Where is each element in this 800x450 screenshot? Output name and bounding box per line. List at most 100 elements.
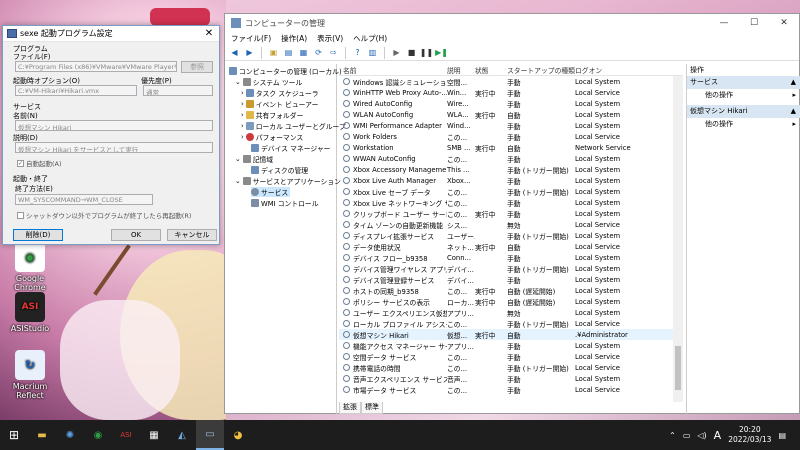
actions-section-services[interactable]: サービス ▲ [687, 76, 800, 89]
network-icon[interactable]: ▭ [683, 431, 691, 440]
tree-item-task-scheduler[interactable]: › タスク スケジューラ [241, 88, 319, 98]
tree-item-wmi-control[interactable]: WMI コントロール [251, 198, 319, 208]
service-row[interactable]: タイム ゾーンの自動更新機能 シス... 無効 Local Service [339, 219, 683, 230]
end-method-select[interactable]: WM_SYSCOMMAND→WM_CLOSE [15, 194, 153, 205]
service-row[interactable]: Workstation SMB ... 実行中 自動 Network Service [339, 142, 683, 153]
tree-item-event-viewer[interactable]: › イベント ビューアー [241, 99, 318, 109]
service-row[interactable]: 仮想マシン Hikari 仮想... 実行中 自動 .¥Administrator [339, 329, 683, 340]
service-row[interactable]: デバイス フロー_b9358 Conn... 手動 Local System [339, 252, 683, 263]
service-row[interactable]: 携帯電話の時間 この... 手動 (トリガー開始) Local Service [339, 362, 683, 373]
ok-button[interactable]: OK [111, 229, 161, 241]
service-row[interactable]: ホストの同期_b9358 この... 実行中 自動 (遅延開始) Local Syste… [339, 285, 683, 296]
maximize-icon[interactable]: ☐ [739, 18, 769, 28]
taskbar-computer-management[interactable]: ▭ [196, 420, 224, 450]
tree-item-performance[interactable]: › パフォーマンス [241, 132, 303, 142]
service-row[interactable]: 空間データ サービス この... 手動 Local Service [339, 351, 683, 362]
service-row[interactable]: Xbox Live セーブ データ この... 手動 (トリガー開始) Local S… [339, 186, 683, 197]
tab-extended[interactable]: 拡張 [339, 402, 361, 414]
tree-item-computer-management[interactable]: コンピューターの管理 (ローカル) [229, 66, 342, 76]
taskbar-printer[interactable]: ◭ [168, 420, 196, 450]
column-header-logon[interactable]: ログオン [575, 65, 675, 75]
service-row[interactable]: WWAN AutoConfig この... 手動 Local System [339, 153, 683, 164]
service-row[interactable]: 機能アクセス マネージャー サービスアプリ... 手動 Local System [339, 340, 683, 351]
close-icon[interactable]: ✕ [199, 28, 219, 39]
tree-item-services-and-apps[interactable]: ⌄ サービスとアプリケーション [235, 176, 341, 186]
tree-item-disk-management[interactable]: ディスクの管理 [251, 165, 308, 175]
priority-select[interactable]: 通常 [143, 85, 213, 96]
tab-standard[interactable]: 標準 [361, 402, 383, 414]
tree-item-storage[interactable]: ⌄ 記憶域 [235, 154, 273, 164]
desktop-icon-chrome[interactable]: ◉ Google Chrome [0, 242, 60, 292]
service-row[interactable]: WLAN AutoConfig WLA... 実行中 自動 Local System [339, 109, 683, 120]
export-list-icon[interactable]: ⇨ [328, 47, 339, 58]
service-name-field[interactable]: 仮想マシン Hikari [15, 120, 213, 131]
autostart-checkbox[interactable]: ✓ 自動起動(A) [17, 158, 62, 168]
menu-file[interactable]: ファイル(F) [231, 33, 271, 44]
service-row[interactable]: Xbox Accessory Manageme... This ... 手動 (トリ… [339, 164, 683, 175]
service-row[interactable]: Xbox Live ネットワーキング サ...この... 手動 Local Syst… [339, 197, 683, 208]
desktop-icon-macrium[interactable]: ↻ Macrium Reflect [0, 350, 60, 400]
refresh-icon[interactable]: ⟳ [313, 47, 324, 58]
actions-section-vm-hikari[interactable]: 仮想マシン Hikari ▲ [687, 105, 800, 118]
ime-indicator[interactable]: A [714, 429, 722, 442]
taskbar-calculator[interactable]: ▦ [140, 420, 168, 450]
pause-service-icon[interactable]: ❚❚ [420, 47, 433, 58]
properties-icon[interactable]: ▦ [298, 47, 309, 58]
menu-view[interactable]: 表示(V) [317, 33, 343, 44]
notification-icon[interactable]: ▤ [778, 431, 786, 440]
service-row[interactable]: データ使用状況 ネット... 実行中 自動 Local Service [339, 241, 683, 252]
service-row[interactable]: Windows 認識シミュレーション...空間... 手動 Local System [339, 76, 683, 87]
close-icon[interactable]: ✕ [769, 18, 799, 28]
actions-more-services[interactable]: 他の操作 ▸ [687, 89, 800, 101]
menu-help[interactable]: ヘルプ(H) [353, 33, 387, 44]
options-field[interactable]: C:¥VM-Hikari¥Hikari.vmx [15, 85, 137, 96]
clock[interactable]: 20:20 2022/03/13 [728, 425, 771, 445]
tree-item-system-tools[interactable]: ⌄ システム ツール [235, 77, 302, 87]
service-row[interactable]: ローカル プロファイル アシスタン...この... 手動 (トリガー開始) Loca… [339, 318, 683, 329]
column-header-status[interactable]: 状態 [475, 65, 507, 75]
start-button[interactable]: ⊞ [0, 420, 28, 450]
volume-icon[interactable]: ◁) [697, 431, 706, 440]
service-row[interactable]: Xbox Live Auth Manager Xbox... 手動 Local Sys… [339, 175, 683, 186]
service-row[interactable]: デバイス管理ワイヤレス アプリケ...デバイ... 手動 (トリガー開始) Loca… [339, 263, 683, 274]
service-row[interactable]: ユーザー エクスペリエンス仮想化...アプリ... 無効 Local System [339, 307, 683, 318]
tree-item-shared-folders[interactable]: › 共有フォルダー [241, 110, 303, 120]
vertical-scrollbar[interactable] [673, 76, 683, 402]
tree-item-services[interactable]: サービス [251, 187, 291, 197]
taskbar-asistudio[interactable]: ASI [112, 420, 140, 450]
service-row[interactable]: WMI Performance Adapter Wind... 手動 Local Sy… [339, 120, 683, 131]
file-path-field[interactable]: C:¥Program Files (x86)¥VMware¥VMware Pla… [15, 61, 177, 72]
taskbar-paint[interactable]: ◕ [224, 420, 252, 450]
tree-item-local-users[interactable]: › ローカル ユーザーとグループ [241, 121, 346, 131]
browse-button[interactable]: 参照 [181, 61, 213, 73]
show-hide-tree-icon[interactable]: ▤ [283, 47, 294, 58]
service-row[interactable]: ポリシー サービスの表示 ローカ... 実行中 自動 (遅延開始) Local Syst… [339, 296, 683, 307]
snapin-icon[interactable]: ▥ [367, 47, 378, 58]
cancel-button[interactable]: キャンセル [167, 229, 217, 241]
minimize-icon[interactable]: — [709, 18, 739, 28]
help-icon[interactable]: ? [352, 47, 363, 58]
back-arrow-icon[interactable]: ◀ [229, 47, 240, 58]
scrollbar-thumb[interactable] [675, 346, 681, 390]
restart-service-icon[interactable]: ▶❚ [435, 47, 448, 58]
desktop-icon-asistudio[interactable]: ASI ASIStudio [0, 292, 60, 333]
start-service-icon[interactable]: ▶ [391, 47, 402, 58]
restart-checkbox[interactable]: シャットダウン以外でプログラムが終了したら再起動(R) [17, 210, 191, 220]
tree-item-device-manager[interactable]: デバイス マネージャー [251, 143, 330, 153]
actions-more-vm-hikari[interactable]: 他の操作 ▸ [687, 118, 800, 130]
taskbar-settings[interactable]: ✺ [56, 420, 84, 450]
up-folder-icon[interactable]: ▣ [268, 47, 279, 58]
stop-service-icon[interactable]: ■ [406, 47, 417, 58]
forward-arrow-icon[interactable]: ▶ [244, 47, 255, 58]
taskbar-chrome[interactable]: ◉ [84, 420, 112, 450]
service-row[interactable]: 市場データ サービス この... 手動 Local Service [339, 384, 683, 395]
menu-action[interactable]: 操作(A) [281, 33, 307, 44]
service-row[interactable]: WinHTTP Web Proxy Auto-... Win... 実行中 手動 Loc… [339, 87, 683, 98]
delete-button[interactable]: 削除(D) [13, 229, 63, 241]
service-row[interactable]: デバイス管理登録サービス デバイ... 手動 Local System [339, 274, 683, 285]
service-row[interactable]: クリップボード ユーザー サービス...この... 実行中 手動 Local Syst… [339, 208, 683, 219]
service-row[interactable]: 音声エクスペリエンス サービス 音声... 手動 Local System [339, 373, 683, 384]
service-description-field[interactable]: 仮想マシン Hikari をサービスとして実行 [15, 142, 213, 153]
service-row[interactable]: Wired AutoConfig Wire... 手動 Local System [339, 98, 683, 109]
chevron-up-icon[interactable]: ⌃ [669, 431, 676, 440]
